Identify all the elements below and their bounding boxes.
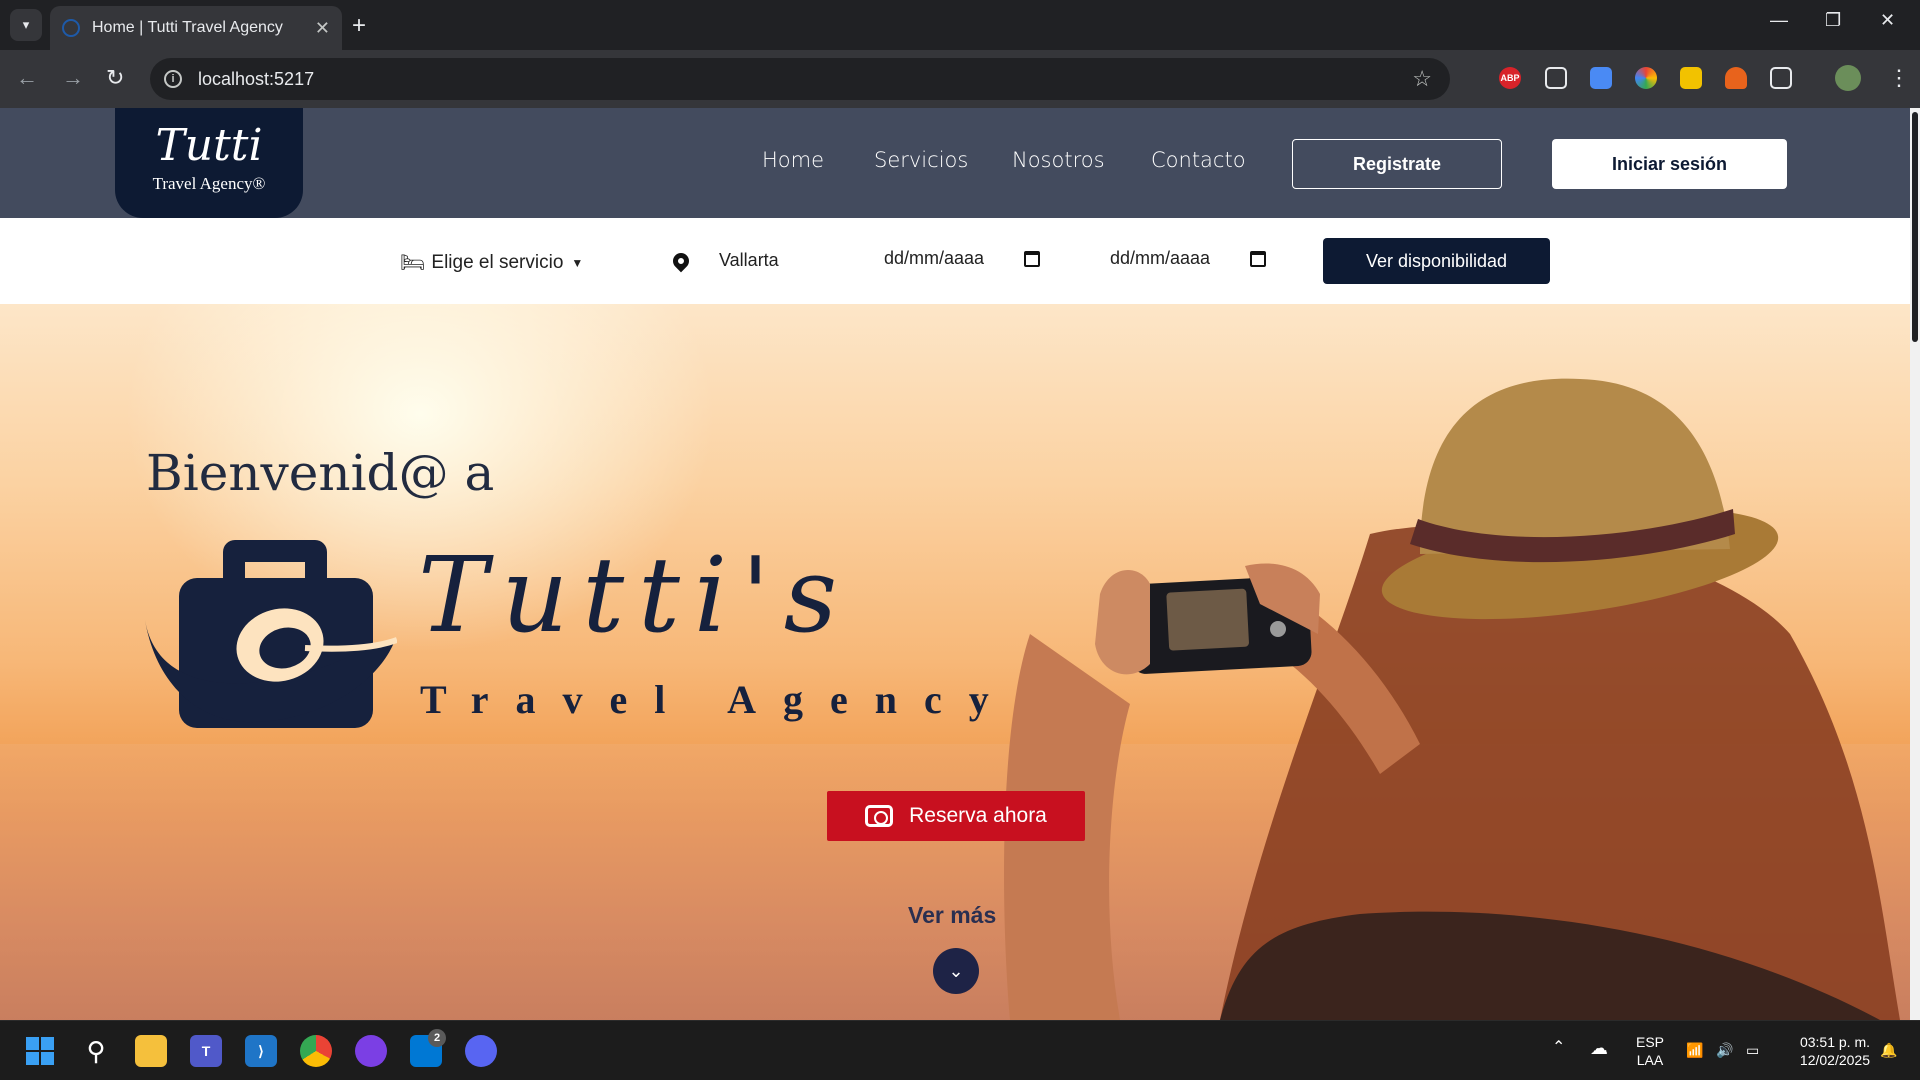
login-button[interactable]: Iniciar sesión xyxy=(1552,139,1787,189)
clock-date: 12/02/2025 xyxy=(1799,1052,1870,1068)
calendar-icon[interactable] xyxy=(1024,250,1041,267)
suitcase-logo-icon xyxy=(145,540,397,728)
site-info-icon[interactable]: i xyxy=(164,70,182,88)
teams-icon[interactable]: T xyxy=(190,1035,222,1067)
clock-time: 03:51 p. m. xyxy=(1799,1034,1870,1050)
discord-icon[interactable] xyxy=(465,1035,497,1067)
caret-down-icon: ▼ xyxy=(571,255,584,270)
location-field[interactable]: Vallarta xyxy=(669,249,779,272)
docs-extension-icon[interactable] xyxy=(1590,67,1612,89)
chevron-down-icon[interactable]: ⌄ xyxy=(933,948,979,994)
fox-extension-icon[interactable] xyxy=(1725,67,1747,89)
book-now-label: Reserva ahora xyxy=(909,804,1047,827)
profile-avatar[interactable] xyxy=(1835,65,1861,91)
chevron-up-icon[interactable]: ⌃ xyxy=(1552,1039,1565,1057)
scrollbar-thumb[interactable] xyxy=(1912,112,1918,342)
map-pin-icon xyxy=(669,249,693,272)
register-button[interactable]: Registrate xyxy=(1292,139,1502,189)
calendar-icon[interactable] xyxy=(1250,250,1267,267)
github-desktop-icon[interactable] xyxy=(355,1035,387,1067)
language-code: ESP xyxy=(1636,1034,1665,1050)
file-explorer-icon[interactable] xyxy=(135,1035,167,1067)
back-icon[interactable]: ← xyxy=(16,65,38,91)
logo-script-text: Tutti xyxy=(155,120,263,171)
url-text: localhost:5217 xyxy=(198,68,315,89)
windows-taskbar: ⚲ T ⟩ 2 ⌃ ☁ ESP LAA 📶 🔊 ▭ 03:51 p. m. 12… xyxy=(0,1020,1920,1080)
wifi-icon[interactable]: 📶 xyxy=(1686,1041,1703,1059)
tab-title: Home | Tutti Travel Agency xyxy=(92,19,283,36)
check-out-date-input[interactable]: dd/mm/aaaa xyxy=(1110,248,1267,269)
extensions-puzzle-icon[interactable] xyxy=(1770,67,1792,89)
chrome-icon[interactable] xyxy=(300,1035,332,1067)
color-extension-icon[interactable] xyxy=(1635,67,1657,89)
check-in-placeholder: dd/mm/aaaa xyxy=(884,248,985,268)
check-out-placeholder: dd/mm/aaaa xyxy=(1110,248,1211,268)
clock[interactable]: 03:51 p. m. 12/02/2025 xyxy=(1780,1033,1870,1069)
close-tab-icon[interactable]: ✕ xyxy=(315,18,330,39)
tab-search-button[interactable]: ▾ xyxy=(10,9,42,41)
window-extension-icon[interactable] xyxy=(1545,67,1567,89)
availability-search-bar: 🛏 Elige el servicio ▼ Vallarta dd/mm/aaa… xyxy=(0,218,1910,304)
site-header: Tutti Travel Agency® Home Servicios Noso… xyxy=(0,108,1910,218)
hero-banner: Bienvenid@ a Tutti's Travel Agency Reser… xyxy=(0,304,1910,1020)
reload-icon[interactable]: ↻ xyxy=(106,65,124,91)
menu-dots-icon[interactable]: ⋮ xyxy=(1888,65,1910,91)
service-label: Elige el servicio xyxy=(431,251,564,273)
logo-subtitle: Travel Agency® xyxy=(152,174,266,193)
minimize-icon[interactable]: — xyxy=(1770,10,1788,31)
see-more-label[interactable]: Ver más xyxy=(908,902,996,929)
nav-nosotros[interactable]: Nosotros xyxy=(1012,148,1105,172)
welcome-heading: Bienvenid@ a xyxy=(146,444,495,502)
volume-icon[interactable]: 🔊 xyxy=(1716,1041,1733,1059)
forward-icon[interactable]: → xyxy=(62,65,84,91)
browser-tab[interactable]: Home | Tutti Travel Agency ✕ xyxy=(50,6,342,50)
bookmark-star-icon[interactable]: ☆ xyxy=(1412,66,1432,92)
brand-subtitle-text: Travel Agency xyxy=(420,677,1016,722)
store-badge: 2 xyxy=(428,1029,446,1047)
camera-icon xyxy=(865,805,894,827)
close-window-icon[interactable]: ✕ xyxy=(1880,10,1895,31)
new-tab-button[interactable]: + xyxy=(352,12,366,40)
language-indicator[interactable]: ESP LAA xyxy=(1636,1033,1664,1069)
browser-toolbar: ← → ↻ i localhost:5217 ☆ ABP ⋮ xyxy=(0,50,1920,108)
notification-bell-icon[interactable]: 🔔 xyxy=(1880,1041,1897,1059)
brand-script-text: Tutti's xyxy=(418,534,852,656)
adblock-extension-icon[interactable]: ABP xyxy=(1499,67,1521,89)
page-scrollbar[interactable] xyxy=(1910,108,1920,1020)
site-favicon-icon xyxy=(62,19,80,37)
keyboard-layout: LAA xyxy=(1636,1052,1664,1068)
windows-start-icon[interactable] xyxy=(24,1035,56,1067)
browser-window: ▾ Home | Tutti Travel Agency ✕ + — ❐ ✕ ←… xyxy=(0,0,1920,1020)
yellow-extension-icon[interactable] xyxy=(1680,67,1702,89)
site-logo[interactable]: Tutti Travel Agency® xyxy=(115,108,303,218)
bed-icon: 🛏 xyxy=(400,252,426,274)
onedrive-cloud-icon[interactable]: ☁ xyxy=(1590,1039,1608,1057)
vscode-icon[interactable]: ⟩ xyxy=(245,1035,277,1067)
nav-contacto[interactable]: Contacto xyxy=(1151,148,1246,172)
tab-strip: ▾ Home | Tutti Travel Agency ✕ + — ❐ ✕ xyxy=(0,0,1920,50)
battery-icon[interactable]: ▭ xyxy=(1746,1041,1759,1059)
service-dropdown[interactable]: 🛏 Elige el servicio ▼ xyxy=(400,250,583,275)
address-bar[interactable]: i localhost:5217 ☆ xyxy=(150,58,1450,100)
book-now-button[interactable]: Reserva ahora xyxy=(827,791,1085,841)
search-icon[interactable]: ⚲ xyxy=(80,1035,112,1067)
nav-servicios[interactable]: Servicios xyxy=(874,148,968,172)
nav-home[interactable]: Home xyxy=(762,148,824,172)
check-in-date-input[interactable]: dd/mm/aaaa xyxy=(884,248,1041,269)
check-availability-button[interactable]: Ver disponibilidad xyxy=(1323,238,1550,284)
restore-icon[interactable]: ❐ xyxy=(1825,10,1841,31)
location-value: Vallarta xyxy=(719,250,779,270)
